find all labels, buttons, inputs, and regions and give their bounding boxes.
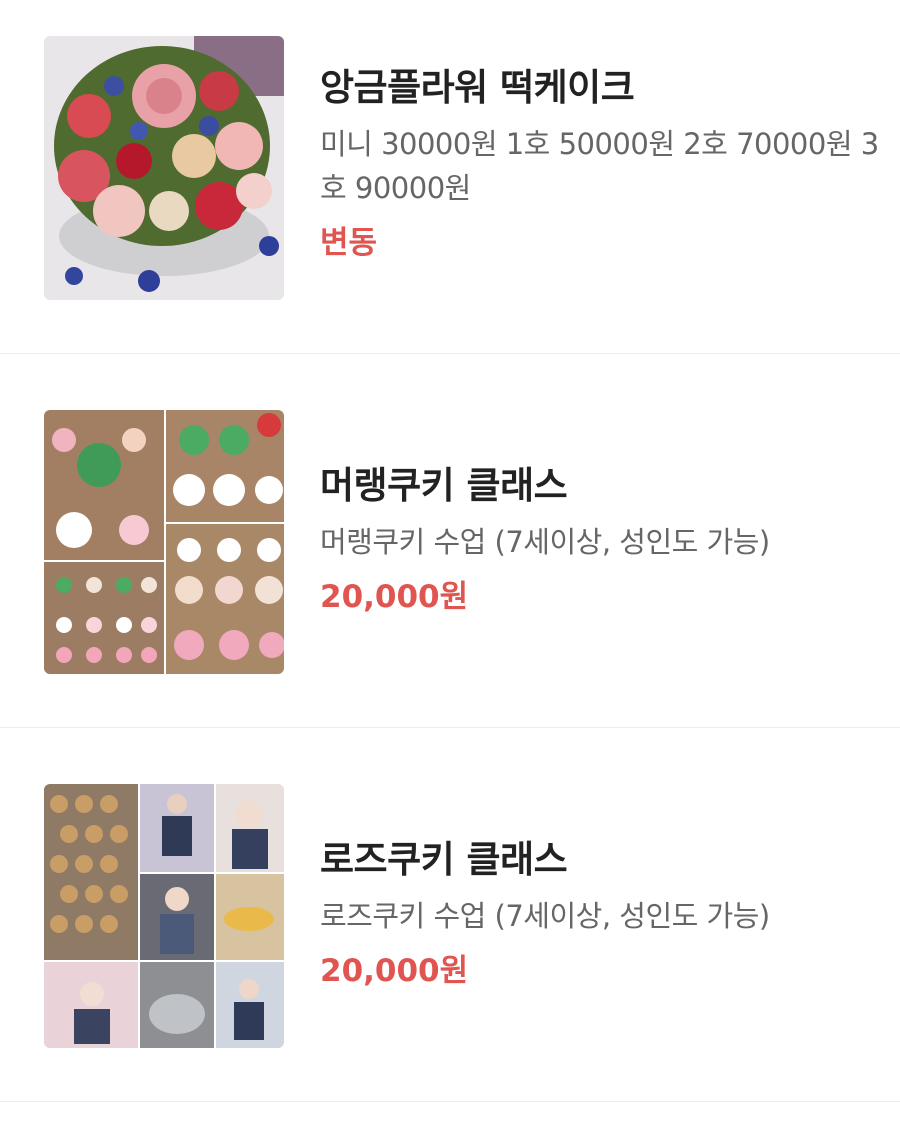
item-description: 로즈쿠키 수업 (7세이상, 성인도 가능): [320, 899, 770, 933]
item-info: 머랭쿠키 클래스 머랭쿠키 수업 (7세이상, 성인도 가능) 20,000원: [320, 460, 880, 620]
item-description: 미니 30000원 1호 50000원 2호 70000원 3호 90000원: [320, 127, 879, 205]
flower-rice-cake-photo[interactable]: [44, 36, 284, 300]
menu-item[interactable]: 머랭쿠키 클래스 머랭쿠키 수업 (7세이상, 성인도 가능) 20,000원: [0, 354, 900, 728]
item-price: 변동: [320, 225, 378, 261]
meringue-cookies-collage[interactable]: [44, 410, 284, 674]
item-title: 로즈쿠키 클래스: [320, 838, 568, 881]
item-title: 앙금플라워 떡케이크: [320, 66, 635, 109]
item-price: 20,000원: [320, 579, 469, 615]
item-title: 머랭쿠키 클래스: [320, 464, 568, 507]
rose-cookie-class-collage[interactable]: [44, 784, 284, 1048]
menu-list: 앙금플라워 떡케이크 미니 30000원 1호 50000원 2호 70000원…: [0, 0, 900, 1124]
item-info: 앙금플라워 떡케이크 미니 30000원 1호 50000원 2호 70000원…: [320, 62, 880, 266]
item-info: 로즈쿠키 클래스 로즈쿠키 수업 (7세이상, 성인도 가능) 20,000원: [320, 834, 880, 994]
menu-item[interactable]: 로즈쿠키 클래스 로즈쿠키 수업 (7세이상, 성인도 가능) 20,000원: [0, 728, 900, 1102]
item-description: 머랭쿠키 수업 (7세이상, 성인도 가능): [320, 525, 770, 559]
menu-item[interactable]: 앙금플라워 떡케이크 미니 30000원 1호 50000원 2호 70000원…: [0, 0, 900, 354]
item-price: 20,000원: [320, 953, 469, 989]
